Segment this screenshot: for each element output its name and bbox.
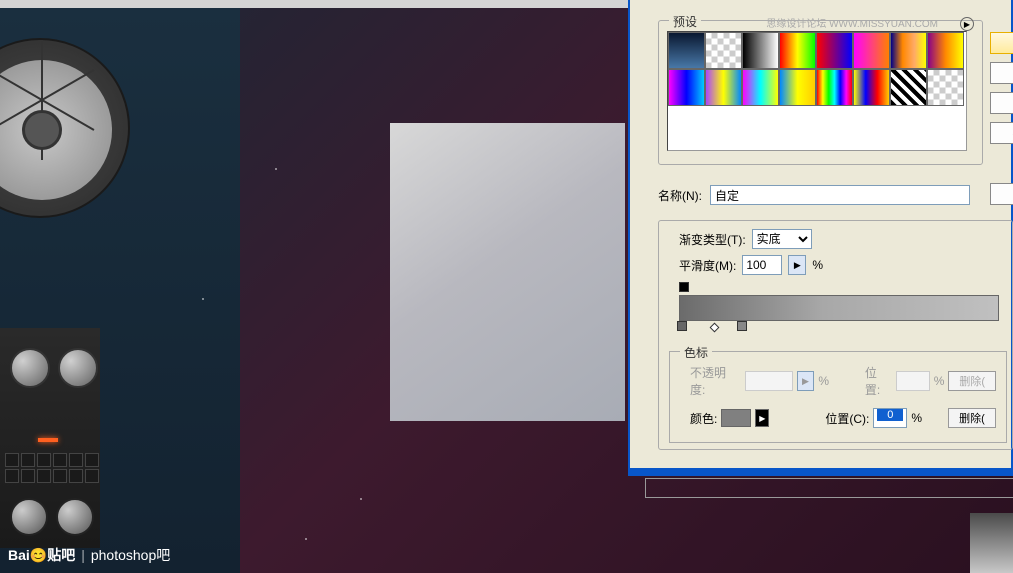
bg-star	[305, 538, 307, 540]
color-swatch-button[interactable]	[721, 409, 751, 427]
recorder-knob	[10, 348, 50, 388]
preset-swatch[interactable]	[890, 32, 927, 69]
preset-swatch[interactable]	[705, 32, 742, 69]
position-input[interactable]	[873, 408, 907, 428]
gradient-bar[interactable]	[679, 295, 999, 321]
presets-label: 预设	[669, 13, 701, 30]
watermark: Bai😊贴吧 | photoshop吧	[8, 545, 170, 565]
bg-star	[360, 498, 362, 500]
position-unit: %	[934, 374, 945, 388]
recorder-dial	[10, 498, 48, 536]
gradient-preview-rect	[390, 123, 625, 421]
recorder-knob	[58, 348, 98, 388]
preset-swatch[interactable]	[779, 32, 816, 69]
bg-star	[275, 168, 277, 170]
opacity-input	[745, 371, 793, 391]
color-stop[interactable]	[677, 321, 688, 334]
recorder-dial	[56, 498, 94, 536]
dialog-border-bottom	[628, 468, 1013, 476]
opacity-stop[interactable]	[679, 282, 690, 295]
color-label: 颜色:	[690, 410, 717, 427]
tape-recorder-artwork	[0, 8, 115, 548]
reel-hub	[22, 110, 62, 150]
preset-swatch[interactable]	[742, 32, 779, 69]
delete-opacity-button: 删除(	[948, 371, 996, 391]
midpoint-stop[interactable]	[710, 323, 720, 333]
recorder-buttons	[5, 453, 100, 483]
watermark-text: photoshop吧	[91, 545, 170, 565]
smoothness-label: 平滑度(M):	[679, 257, 736, 274]
position2-unit: %	[911, 411, 922, 425]
watermark-url: 思缘设计论坛 WWW.MISSYUAN.COM	[766, 15, 938, 30]
preset-swatch[interactable]	[890, 69, 927, 106]
preset-swatch[interactable]	[742, 69, 779, 106]
preset-swatch[interactable]	[779, 69, 816, 106]
smoothness-unit: %	[812, 258, 823, 272]
new-button[interactable]: 新	[990, 183, 1013, 205]
color-stop[interactable]	[737, 321, 748, 334]
bg-star	[202, 298, 204, 300]
gradient-type-label: 渐变类型(T):	[679, 231, 746, 248]
presets-menu-button[interactable]: ▶	[960, 17, 974, 31]
load-button[interactable]: 载	[990, 92, 1013, 114]
smoothness-arrow[interactable]: ▶	[788, 255, 806, 275]
name-label: 名称(N):	[658, 187, 702, 204]
cancel-button[interactable]	[990, 62, 1013, 84]
position2-label: 位置(C):	[825, 410, 869, 427]
presets-swatch-area[interactable]	[667, 31, 967, 151]
position-label: 位置:	[865, 364, 892, 398]
name-row: 名称(N):	[658, 185, 970, 205]
recorder-led	[38, 438, 58, 442]
opacity-unit: %	[818, 374, 829, 388]
preset-swatch[interactable]	[668, 69, 705, 106]
preset-swatch[interactable]	[705, 69, 742, 106]
color-stops-group: 色标 不透明度: ▶ % 位置: % 删除( 颜色: ▶ 位置(C): %	[669, 351, 1007, 443]
color-stops-label: 色标	[680, 344, 712, 361]
color-swatch-arrow[interactable]: ▶	[755, 409, 769, 427]
position-input-disabled	[896, 371, 930, 391]
opacity-arrow: ▶	[797, 371, 815, 391]
gradient-type-select[interactable]: 实底	[752, 229, 812, 249]
watermark-logo: Bai😊贴吧	[8, 545, 75, 565]
gradient-editor-dialog: 预设 ▶ 载 存 名称(N): 新 渐变类型(T): 实底 平滑度(M): ▶ …	[628, 0, 1013, 470]
delete-color-button[interactable]: 删除(	[948, 408, 996, 428]
gradient-type-group: 渐变类型(T): 实底 平滑度(M): ▶ % 色标 不透	[658, 220, 1013, 450]
preset-swatch[interactable]	[853, 69, 890, 106]
preset-swatch[interactable]	[668, 32, 705, 69]
panel-strip	[970, 513, 1013, 573]
tape-reel	[0, 38, 130, 218]
smoothness-input[interactable]	[742, 255, 782, 275]
dialog-right-buttons: 载 存	[990, 32, 1013, 152]
opacity-label: 不透明度:	[690, 364, 741, 398]
save-button[interactable]: 存	[990, 122, 1013, 144]
gradient-bar-editor[interactable]	[679, 281, 999, 335]
name-input[interactable]	[710, 185, 970, 205]
ok-button[interactable]	[990, 32, 1013, 54]
preset-swatch[interactable]	[927, 32, 964, 69]
dialog-shadow-frame	[645, 478, 1013, 498]
watermark-separator: |	[81, 547, 85, 563]
preset-swatch[interactable]	[927, 69, 964, 106]
presets-group: 预设 ▶	[658, 20, 983, 165]
preset-swatch[interactable]	[816, 32, 853, 69]
preset-swatch[interactable]	[816, 69, 853, 106]
preset-swatch[interactable]	[853, 32, 890, 69]
